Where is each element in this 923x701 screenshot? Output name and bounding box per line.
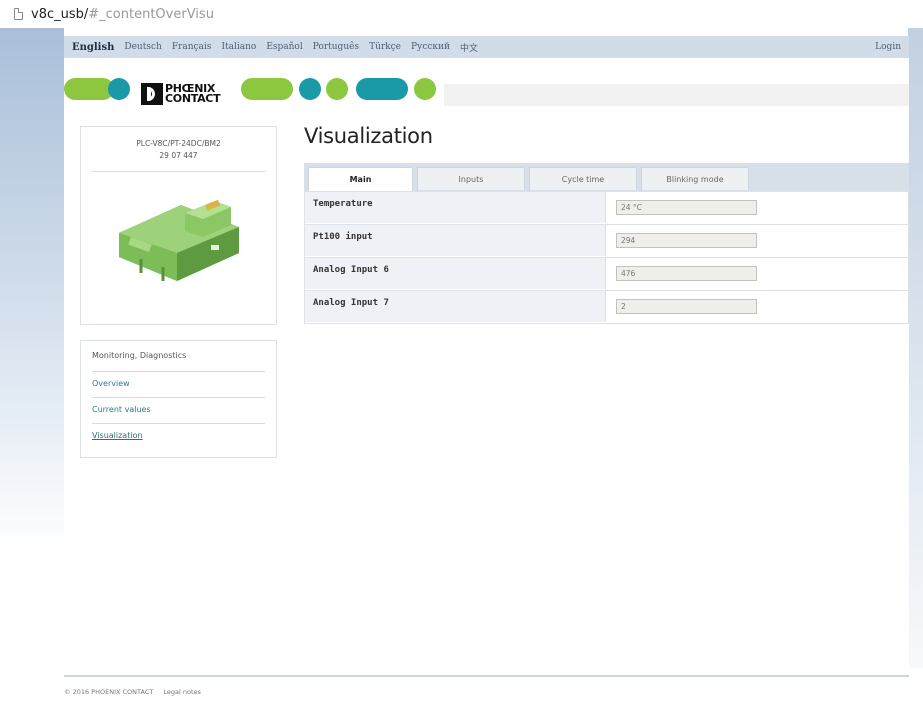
logo-line-2: CONTACT bbox=[165, 92, 221, 105]
background-right bbox=[908, 28, 923, 668]
lang-deutsch[interactable]: Deutsch bbox=[124, 42, 161, 52]
row-label: Temperature bbox=[305, 192, 606, 223]
browser-address-bar[interactable]: v8c_usb/#_contentOverVisu bbox=[0, 0, 923, 28]
table-row: Analog Input 7 2 bbox=[305, 291, 908, 323]
device-name: PLC-V8C/PT-24DC/BM2 bbox=[136, 139, 221, 148]
brand-pill bbox=[241, 78, 293, 100]
navigation-panel: Monitoring, Diagnostics Overview Current… bbox=[80, 340, 277, 458]
row-label: Analog Input 6 bbox=[305, 258, 606, 289]
device-code: 29 07 447 bbox=[159, 151, 198, 160]
brand-dot bbox=[299, 78, 321, 100]
lang-italiano[interactable]: Italiano bbox=[221, 42, 256, 52]
divider bbox=[91, 171, 266, 172]
device-image bbox=[119, 199, 239, 281]
value-field[interactable]: 294 bbox=[616, 233, 757, 248]
tab-inputs[interactable]: Inputs bbox=[417, 167, 525, 190]
device-info-panel: PLC-V8C/PT-24DC/BM2 29 07 447 bbox=[80, 126, 277, 325]
tab-blinking-mode[interactable]: Blinking mode bbox=[641, 167, 749, 190]
menu-item-visualization[interactable]: Visualization bbox=[92, 423, 265, 448]
lang-turkce[interactable]: Türkçe bbox=[369, 42, 401, 52]
value-field[interactable]: 476 bbox=[616, 266, 757, 281]
menu-item-overview[interactable]: Overview bbox=[92, 371, 265, 396]
table-row: Pt100 input 294 bbox=[305, 225, 908, 258]
lang-russian[interactable]: Русский bbox=[411, 42, 450, 52]
lang-espanol[interactable]: Español bbox=[266, 42, 302, 52]
brand-dot bbox=[108, 78, 130, 100]
row-label: Pt100 input bbox=[305, 225, 606, 256]
copyright-text: © 2016 PHOENIX CONTACT bbox=[64, 688, 154, 696]
page-title: Visualization bbox=[304, 124, 433, 148]
login-link[interactable]: Login bbox=[875, 42, 901, 52]
page-icon bbox=[14, 8, 23, 20]
lang-francais[interactable]: Français bbox=[172, 42, 212, 52]
lang-portugues[interactable]: Português bbox=[313, 42, 359, 52]
table-row: Temperature 24 °C bbox=[305, 192, 908, 225]
menu-item-current-values[interactable]: Current values bbox=[92, 397, 265, 422]
background-left bbox=[0, 28, 64, 548]
brand-pill bbox=[356, 78, 408, 100]
tab-cycle-time[interactable]: Cycle time bbox=[529, 167, 637, 190]
lang-english[interactable]: English bbox=[72, 42, 114, 53]
value-field[interactable]: 2 bbox=[616, 299, 757, 314]
menu-title: Monitoring, Diagnostics bbox=[92, 351, 187, 360]
legal-notes-link[interactable]: Legal notes bbox=[163, 688, 201, 696]
footer: © 2016 PHOENIX CONTACT Legal notes bbox=[64, 688, 201, 696]
lang-chinese[interactable]: 中文 bbox=[460, 41, 478, 54]
value-field[interactable]: 24 °C bbox=[616, 200, 757, 215]
brand-pill bbox=[64, 78, 114, 100]
phoenix-contact-logo[interactable]: PHŒNIX CONTACT bbox=[141, 83, 221, 105]
brand-dot bbox=[414, 78, 436, 100]
phoenix-mark-icon bbox=[141, 83, 163, 105]
row-label: Analog Input 7 bbox=[305, 291, 606, 322]
brand-header: PHŒNIX CONTACT bbox=[64, 78, 909, 112]
url-text[interactable]: v8c_usb/#_contentOverVisu bbox=[31, 7, 214, 22]
tab-main[interactable]: Main bbox=[308, 167, 413, 191]
table-row: Analog Input 6 476 bbox=[305, 258, 908, 291]
values-table: Temperature 24 °C Pt100 input 294 Analog… bbox=[304, 191, 909, 324]
language-bar: English Deutsch Français Italiano Españo… bbox=[64, 36, 909, 58]
brand-dot bbox=[326, 78, 348, 100]
header-strip bbox=[444, 84, 909, 106]
main-content: PHŒNIX CONTACT PLC-V8C/PT-24DC/BM2 29 07… bbox=[64, 58, 909, 677]
